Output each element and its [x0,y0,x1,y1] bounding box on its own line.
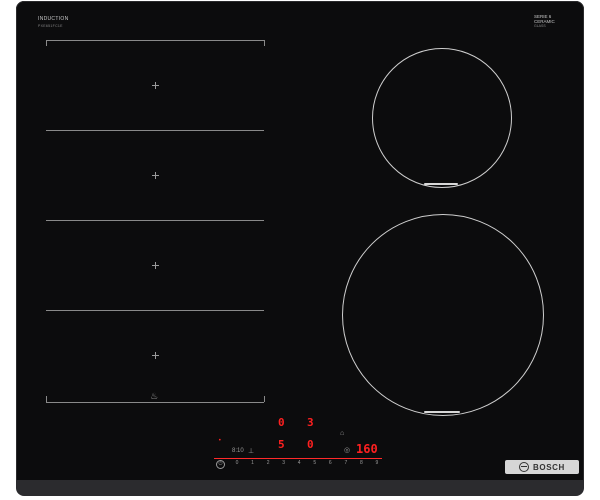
boost-icon[interactable]: ⊥ [248,447,254,455]
sensor-icon[interactable]: ◎ [344,446,350,454]
level-6[interactable]: 6 [325,460,335,470]
model-label: PXE651FC1E [38,24,63,28]
pot-icon: ♨ [150,392,159,402]
flex-zone-divider-2 [46,220,264,221]
cooktop-frame [16,480,584,496]
induction-label: INDUCTION [38,16,69,22]
small-ring-indicator [424,183,458,185]
bosch-logo-icon [519,462,530,472]
flex-zone-bottom-line [46,402,264,403]
flex-zone-corner-bl [46,396,47,402]
level-3[interactable]: 3 [279,460,289,470]
level-0[interactable]: 0 [232,460,242,470]
level-2[interactable]: 2 [263,460,273,470]
flex-zone-divider-1 [46,130,264,131]
flex-zone-corner-tl [46,40,47,46]
touch-slider-line [214,458,382,459]
display-zone-front-left: 0 [278,416,285,429]
brand-label-right: SERIE 6 CERAMIC GLASS [534,14,555,29]
cooking-zone-2-marker [152,172,159,179]
level-8[interactable]: 8 [356,460,366,470]
level-1[interactable]: 1 [248,460,258,470]
cooking-zone-4-marker [152,352,159,359]
flex-zone-corner-br [264,396,265,402]
brand-label-left: INDUCTION PXE651FC1E [38,16,68,30]
timer-label[interactable]: 8:10 [232,448,244,454]
display-zone-front-right: 3 [307,416,314,429]
cooking-zone-small-ring[interactable] [372,48,512,188]
power-icon[interactable]: ⏻ [216,460,225,469]
power-symbol: ⏻ [218,461,223,467]
cooking-zone-3-marker [152,262,159,269]
level-7[interactable]: 7 [341,460,351,470]
level-4[interactable]: 4 [294,460,304,470]
level-9[interactable]: 9 [372,460,382,470]
red-indicator-dot: • [218,437,222,444]
power-level-slider[interactable]: 0 1 2 3 4 5 6 7 8 9 [232,460,382,470]
cooking-zone-large-ring[interactable] [342,214,544,416]
temperature-display: 160 [356,442,378,456]
brand-badge: BOSCH [505,460,579,474]
fry-sensor-icon[interactable]: ⌂ [340,430,344,437]
cooking-zone-1-marker [152,82,159,89]
flex-zone-corner-tr [264,40,265,46]
brand-name: BOSCH [533,462,565,472]
display-zone-rear-left: 5 [278,438,285,451]
glass-label: GLASS [534,24,546,28]
large-ring-indicator [424,411,460,413]
flex-zone-top-line [46,40,264,41]
level-5[interactable]: 5 [310,460,320,470]
display-zone-rear-right: 0 [307,438,314,451]
flex-zone-divider-3 [46,310,264,311]
